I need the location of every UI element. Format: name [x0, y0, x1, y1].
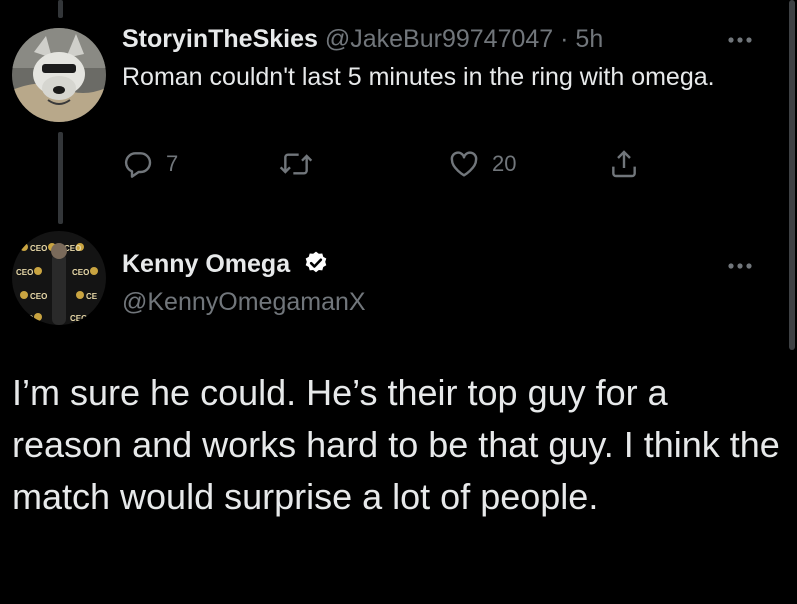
share-icon [612, 150, 636, 178]
reply-name-line: StoryinTheSkies @JakeBur99747047 · 5h [122, 25, 603, 54]
svg-text:CEO: CEO [16, 268, 33, 277]
reply-icon [124, 152, 152, 178]
svg-text:CEO: CEO [70, 314, 87, 323]
main-more-button[interactable] [723, 256, 757, 276]
heart-icon [450, 151, 478, 177]
thread-connector-top [58, 0, 63, 18]
reply-timestamp[interactable]: 5h [575, 25, 603, 53]
reply-handle[interactable]: @JakeBur99747047 [325, 25, 553, 53]
like-count: 20 [492, 151, 517, 176]
reply-tweet-text: Roman couldn't last 5 minutes in the rin… [122, 63, 715, 91]
main-handle[interactable]: @KennyOmegamanX [122, 288, 366, 316]
verified-badge-icon [305, 251, 327, 273]
reply-button[interactable]: 7 [122, 144, 178, 184]
reply-more-button[interactable] [723, 30, 757, 50]
main-tweet-text: I’m sure he could. He’s their top guy fo… [12, 372, 780, 517]
thread-connector [58, 132, 63, 224]
svg-text:CEO: CEO [16, 314, 33, 323]
reply-display-name[interactable]: StoryinTheSkies [122, 25, 318, 53]
svg-text:CEO: CEO [30, 244, 47, 253]
more-icon [728, 37, 752, 43]
share-button[interactable] [608, 144, 640, 184]
main-display-name[interactable]: Kenny Omega [122, 250, 290, 278]
svg-text:CEO: CEO [30, 292, 47, 301]
svg-text:CE: CE [86, 292, 98, 301]
svg-text:CEO: CEO [72, 268, 89, 277]
reply-count: 7 [166, 151, 179, 176]
more-icon [728, 263, 752, 269]
main-handle-line: @KennyOmegamanX [122, 288, 366, 317]
reply-avatar[interactable] [12, 28, 106, 122]
scrollbar[interactable] [789, 0, 795, 350]
like-button[interactable]: 20 [448, 144, 516, 184]
reply-separator: · [560, 25, 569, 53]
main-name-line: Kenny Omega [122, 250, 329, 279]
retweet-button[interactable] [278, 144, 326, 184]
main-avatar[interactable]: CEO CEO CEO CEO CEO CE CEO CEO [12, 231, 106, 325]
retweet-icon [279, 153, 313, 175]
